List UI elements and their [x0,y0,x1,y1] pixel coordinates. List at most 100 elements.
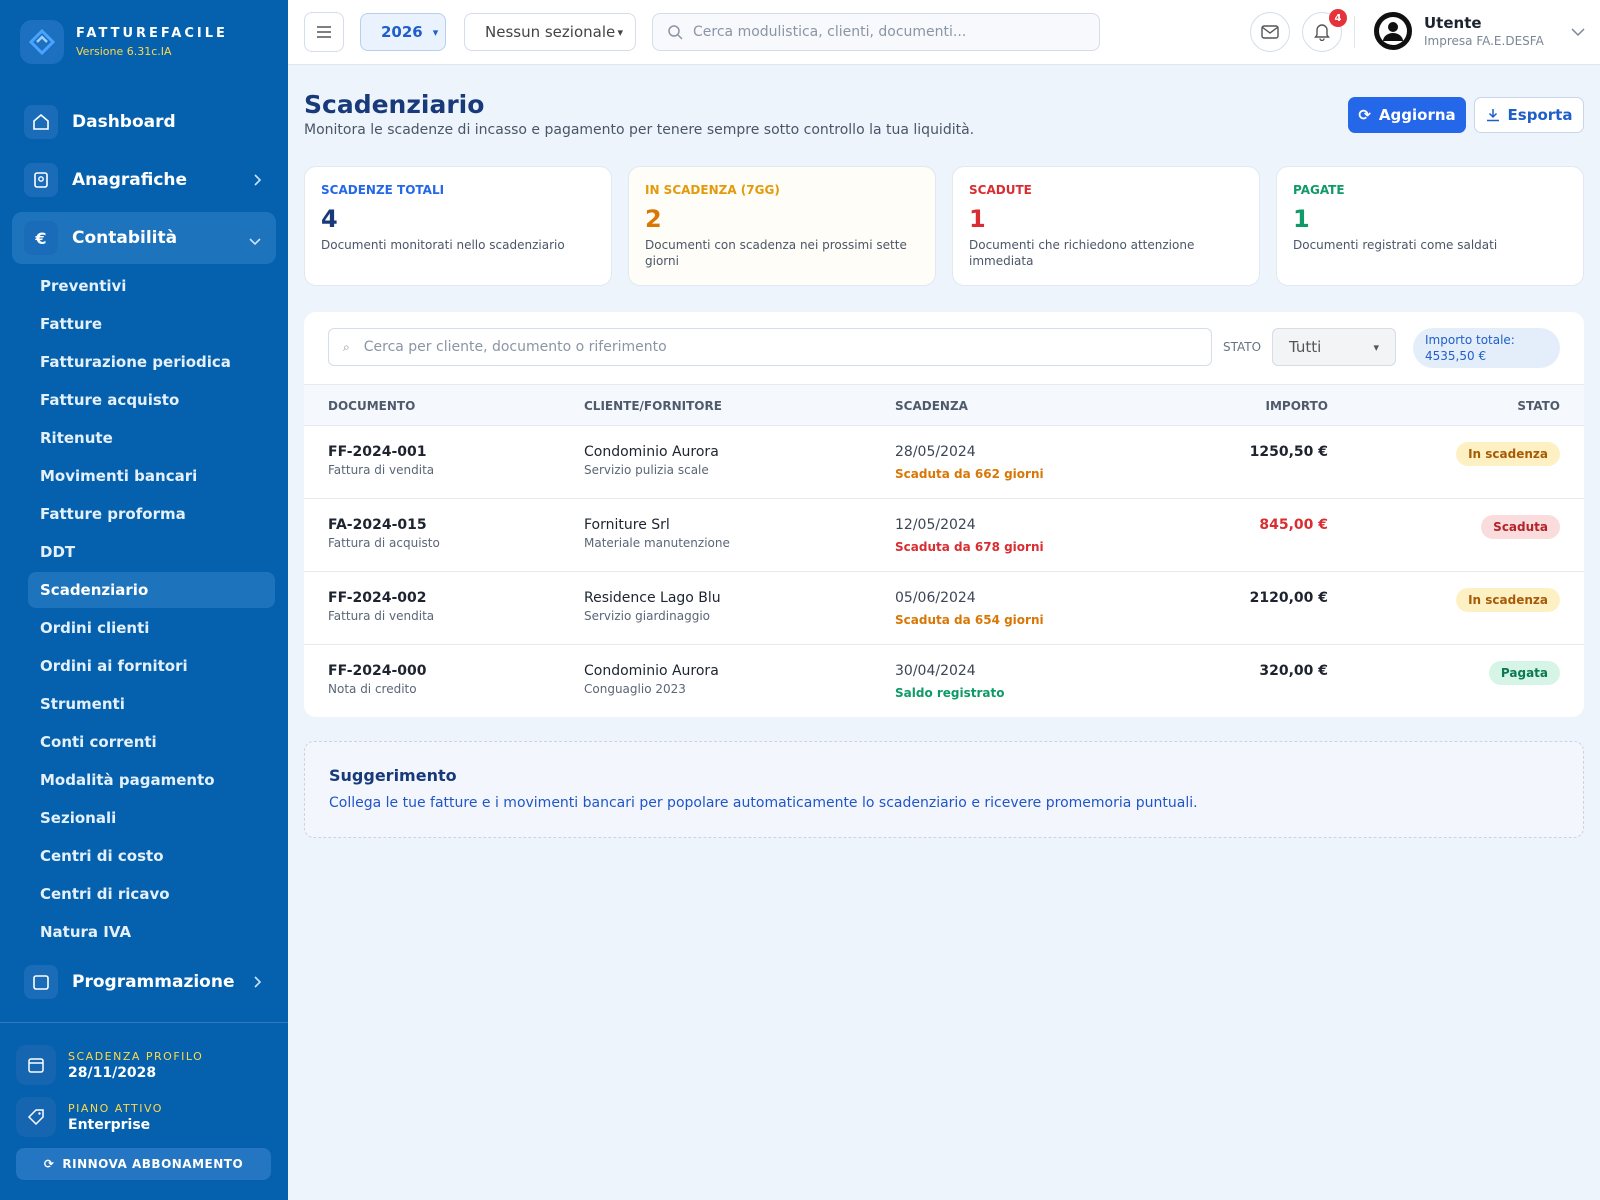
column-header-importo[interactable]: IMPORTO [1266,399,1329,413]
brand[interactable]: FATTUREFACILE Versione 6.31c.IA [20,20,228,64]
status-filter-label: STATO [1223,340,1262,354]
notifications-button[interactable]: 4 [1302,9,1347,52]
table-row[interactable]: FF-2024-001 Fattura di vendita Condomini… [304,426,1584,499]
subnav-ritenute[interactable]: Ritenute [28,420,275,456]
due-date: 05/06/2024 [895,590,976,606]
topbar: 2026 ▾ Nessun sezionale ▾ Cerca modulist… [288,0,1600,65]
profile-expiry: SCADENZA PROFILO 28/11/2028 [16,1045,203,1085]
document-type: Fattura di vendita [328,609,435,623]
table-row[interactable]: FA-2024-015 Fattura di acquisto Fornitur… [304,499,1584,572]
active-plan-value: Enterprise [68,1116,151,1133]
nav-dashboard-label: Dashboard [72,112,176,132]
subnav-scadenziario[interactable]: Scadenziario [28,572,275,608]
total-amount-label: Importo totale: [1425,333,1515,347]
nav-dashboard[interactable]: Dashboard [12,96,276,148]
subnav-fatture-acquisto[interactable]: Fatture acquisto [28,382,275,418]
user-company: Impresa FA.E.DESFA [1424,34,1544,48]
user-menu[interactable]: Utente Impresa FA.E.DESFA [1374,12,1586,50]
card-title: SCADUTE [969,183,1032,197]
card-expired: SCADUTE 1 Documenti che richiedono atten… [952,166,1260,286]
euro-icon: € [24,221,58,255]
menu-toggle-button[interactable] [304,12,344,52]
card-value: 2 [645,205,662,233]
subnav-preventivi[interactable]: Preventivi [28,268,275,304]
card-paid: PAGATE 1 Documenti registrati come salda… [1276,166,1584,286]
status-badge: In scadenza [1456,588,1560,612]
subnav-natura-iva[interactable]: Natura IVA [28,914,275,950]
refresh-icon: ⟳ [1358,106,1371,124]
calendar-icon [16,1045,56,1085]
client-name: Residence Lago Blu [584,590,721,606]
subnav-strumenti[interactable]: Strumenti [28,686,275,722]
renew-subscription-button[interactable]: ⟳ RINNOVA ABBONAMENTO [16,1148,271,1180]
logo-icon [20,20,64,64]
table-search-input[interactable]: ⌕ Cerca per cliente, documento o riferim… [328,328,1212,366]
subnav-conti-correnti[interactable]: Conti correnti [28,724,275,760]
status-badge: Pagata [1488,661,1560,685]
subnav-centri-ricavo[interactable]: Centri di ricavo [28,876,275,912]
client-name: Forniture Srl [584,517,670,533]
year-select[interactable]: 2026 ▾ [360,13,446,51]
subnav-fatture[interactable]: Fatture [28,306,275,342]
due-date: 12/05/2024 [895,517,976,533]
brand-version: Versione 6.31c.IA [76,45,172,58]
subnav-centri-costo[interactable]: Centri di costo [28,838,275,874]
sidebar: FATTUREFACILE Versione 6.31c.IA Dashboar… [0,0,288,1200]
table-row[interactable]: FF-2024-000 Nota di credito Condominio A… [304,645,1584,718]
document-type: Fattura di vendita [328,463,435,477]
card-due-soon: IN SCADENZA (7GG) 2 Documenti con scaden… [628,166,936,286]
subnav-fatture-proforma[interactable]: Fatture proforma [28,496,275,532]
document-number: FF-2024-000 [328,663,427,679]
client-detail: Servizio pulizia scale [584,463,709,477]
column-header-documento[interactable]: DOCUMENTO [328,399,415,413]
due-note: Scaduta da 654 giorni [895,613,1044,627]
table-row[interactable]: FF-2024-002 Fattura di vendita Residence… [304,572,1584,645]
subnav-movimenti-bancari[interactable]: Movimenti bancari [28,458,275,494]
nav-programmazione-label: Programmazione [72,972,235,992]
global-search-input[interactable]: Cerca modulistica, clienti, documenti... [652,13,1100,51]
due-date: 30/04/2024 [895,663,976,679]
amount: 2120,00 € [1249,590,1328,606]
amount: 845,00 € [1259,517,1328,533]
home-icon [24,105,58,139]
topbar-divider [1354,16,1355,48]
nav-contabilita-label: Contabilità [72,228,178,248]
year-select-value: 2026 [381,23,423,41]
active-plan: PIANO ATTIVO Enterprise [16,1097,163,1137]
subnav-ddt[interactable]: DDT [28,534,275,570]
total-amount-value: 4535,50 € [1425,349,1487,363]
nav-programmazione[interactable]: Programmazione [12,956,276,1008]
document-number: FA-2024-015 [328,517,427,533]
chevron-down-icon [1570,22,1586,41]
client-name: Condominio Aurora [584,663,719,679]
sidebar-divider [0,1022,288,1023]
messages-button[interactable] [1250,12,1290,52]
client-detail: Materiale manutenzione [584,536,730,550]
subnav-modalita-pagamento[interactable]: Modalità pagamento [28,762,275,798]
subnav-sezionali[interactable]: Sezionali [28,800,275,836]
subnav-fatturazione-periodica[interactable]: Fatturazione periodica [28,344,275,380]
sezionale-select[interactable]: Nessun sezionale ▾ [464,13,636,51]
refresh-label: Aggiorna [1378,106,1456,124]
status-filter-select[interactable]: Tutti ▾ [1272,328,1396,366]
card-total: SCADENZE TOTALI 4 Documenti monitorati n… [304,166,612,286]
column-header-scadenza[interactable]: SCADENZA [895,399,968,413]
chevron-right-icon [252,172,262,192]
document-number: FF-2024-002 [328,590,427,606]
refresh-button[interactable]: ⟳ Aggiorna [1348,97,1466,133]
profile-expiry-value: 28/11/2028 [68,1064,157,1081]
document-type: Nota di credito [328,682,417,696]
subnav-ordini-fornitori[interactable]: Ordini ai fornitori [28,648,275,684]
search-icon [668,25,683,40]
nav-anagrafiche[interactable]: Anagrafiche [12,154,276,206]
status-filter-value: Tutti [1289,338,1322,356]
nav-contabilita[interactable]: € Contabilità [12,212,276,264]
export-button[interactable]: Esporta [1474,97,1584,133]
column-header-cliente[interactable]: CLIENTE/FORNITORE [584,399,722,413]
card-value: 4 [321,205,338,233]
due-note: Scaduta da 678 giorni [895,540,1044,554]
client-detail: Servizio giardinaggio [584,609,711,623]
subnav-ordini-clienti[interactable]: Ordini clienti [28,610,275,646]
export-label: Esporta [1507,106,1573,124]
column-header-stato[interactable]: STATO [1517,399,1560,413]
